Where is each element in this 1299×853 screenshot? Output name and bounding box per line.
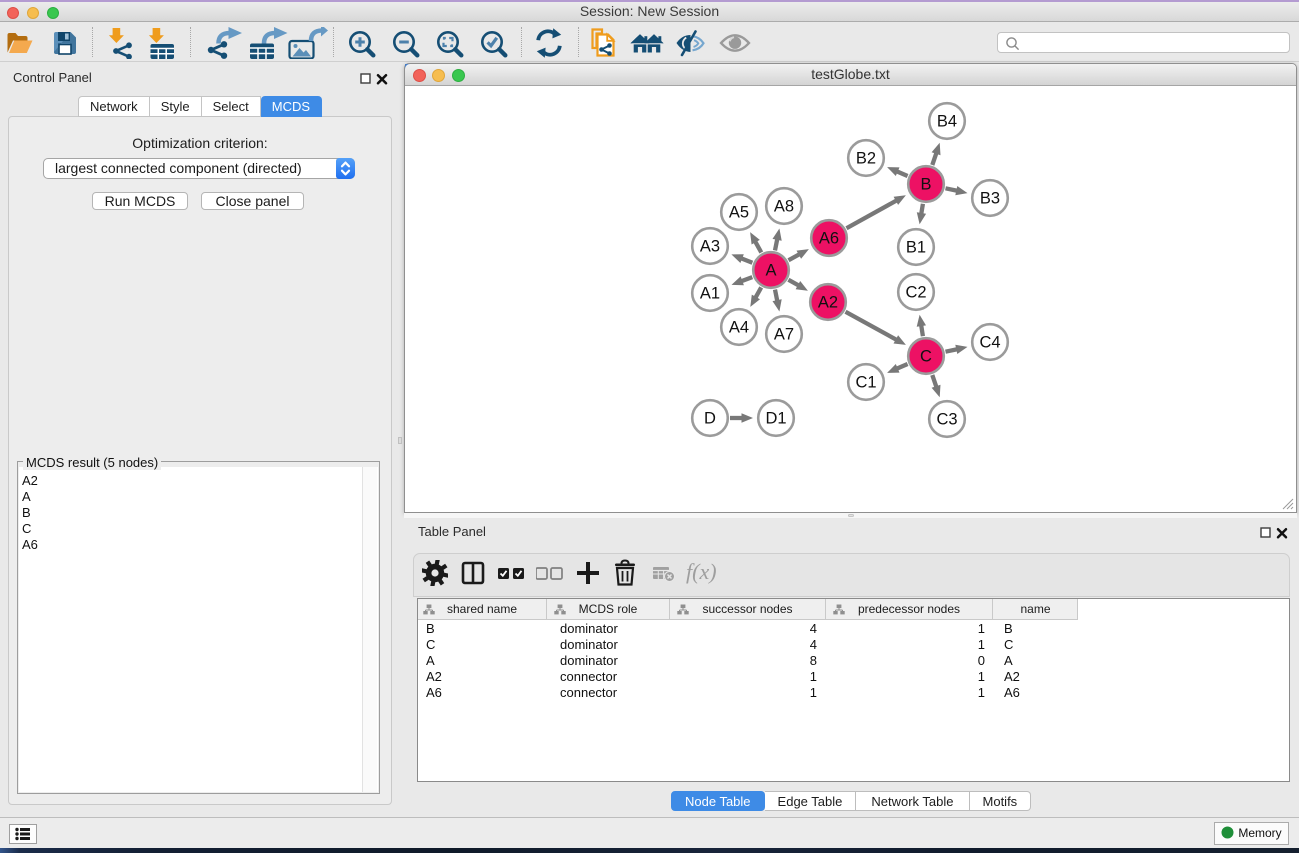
svg-text:A4: A4: [729, 319, 749, 337]
svg-text:A6: A6: [819, 230, 839, 248]
svg-text:A7: A7: [774, 326, 794, 344]
svg-text:A: A: [765, 262, 776, 280]
svg-text:A5: A5: [729, 204, 749, 222]
svg-text:C2: C2: [905, 284, 926, 302]
svg-text:D1: D1: [765, 410, 786, 428]
svg-text:B3: B3: [980, 190, 1000, 208]
svg-text:C: C: [920, 348, 932, 366]
svg-text:C4: C4: [979, 334, 1000, 352]
svg-text:C1: C1: [855, 374, 876, 392]
svg-text:A3: A3: [700, 238, 720, 256]
svg-text:A8: A8: [774, 198, 794, 216]
svg-text:B1: B1: [906, 239, 926, 257]
svg-text:B: B: [920, 176, 931, 194]
svg-text:D: D: [704, 410, 716, 428]
svg-text:A1: A1: [700, 285, 720, 303]
svg-text:C3: C3: [936, 411, 957, 429]
svg-text:A2: A2: [818, 294, 838, 312]
svg-text:B2: B2: [856, 150, 876, 168]
svg-text:B4: B4: [937, 113, 957, 131]
